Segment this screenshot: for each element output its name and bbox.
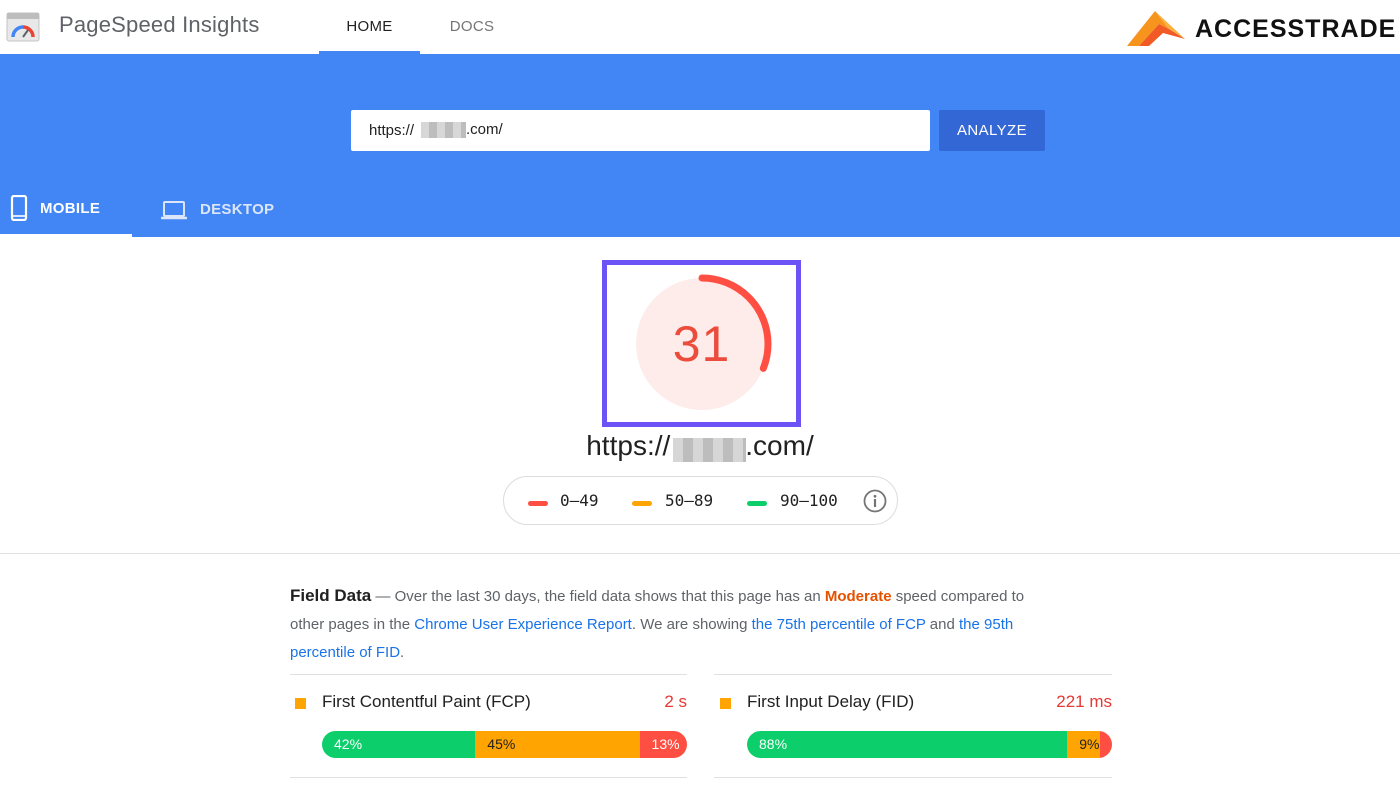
field-data-text-4: and	[925, 616, 960, 633]
performance-score: 31	[672, 316, 731, 372]
info-icon[interactable]	[863, 489, 887, 513]
tab-mobile-label: MOBILE	[40, 199, 101, 217]
fcp-metric-name: First Contentful Paint (FCP)	[322, 692, 531, 711]
search-band: .com/ ANALYZE MOBILE DESKTOP	[0, 54, 1400, 237]
analyzed-url-redacted	[673, 438, 746, 462]
nav-tab-docs[interactable]: DOCS	[428, 0, 516, 54]
section-divider	[0, 553, 1400, 554]
fcp-average-marker	[295, 698, 306, 709]
score-legend: 0–49 50–89 90–100	[503, 476, 898, 525]
nav-tab-home[interactable]: HOME	[319, 0, 420, 54]
analyze-button[interactable]: ANALYZE	[939, 110, 1045, 151]
url-redacted	[421, 122, 466, 138]
legend-pass-swatch	[747, 501, 767, 506]
field-data-summary: Field Data — Over the last 30 days, the …	[290, 582, 1050, 667]
fid-fast-segment: 88%	[747, 731, 1068, 758]
crux-report-link[interactable]: Chrome User Experience Report	[414, 616, 632, 633]
pagespeed-logo-icon[interactable]	[6, 12, 40, 42]
accesstrade-brand: ACCESSTRADE	[1125, 9, 1395, 49]
phone-icon	[10, 195, 28, 221]
analyzed-url-prefix: https://	[586, 430, 671, 461]
metric-rule-left-bottom	[290, 777, 687, 778]
tab-desktop-label: DESKTOP	[200, 201, 275, 218]
legend-fail-swatch	[528, 501, 548, 506]
brand-name: ACCESSTRADE	[1195, 15, 1397, 43]
fcp-slow-segment: 13%	[639, 731, 687, 758]
top-bar: PageSpeed Insights HOME DOCS ACCESSTRADE	[0, 0, 1400, 54]
legend-fail-label: 0–49	[560, 491, 599, 510]
fcp-percentile-link[interactable]: the 75th percentile of FCP	[752, 616, 926, 633]
app-title[interactable]: PageSpeed Insights	[59, 12, 260, 38]
fid-slow-segment: 3%	[1100, 731, 1112, 758]
fcp-distribution-bar: 42% 45% 13%	[322, 731, 687, 758]
fid-average-marker	[720, 698, 731, 709]
tab-mobile[interactable]: MOBILE	[0, 182, 132, 237]
legend-average-label: 50–89	[665, 491, 714, 510]
fid-average-segment: 9%	[1067, 731, 1100, 758]
tab-desktop[interactable]: DESKTOP	[160, 182, 300, 237]
field-data-text-3: . We are showing	[631, 616, 752, 633]
speed-rating: Moderate	[824, 588, 892, 605]
analyzed-url-suffix: .com/	[745, 430, 814, 461]
fcp-fast-segment: 42%	[322, 731, 476, 758]
fcp-metric-value: 2 s	[664, 692, 687, 711]
field-data-title: Field Data	[290, 586, 372, 605]
field-data-text-5: .	[400, 644, 405, 661]
legend-pass-label: 90–100	[780, 491, 838, 510]
metric-rule-left-top	[290, 674, 687, 675]
legend-average-swatch	[632, 501, 652, 506]
laptop-icon	[161, 200, 187, 219]
fid-metric-name: First Input Delay (FID)	[747, 692, 915, 711]
url-input-suffix: .com/	[466, 121, 503, 138]
accesstrade-logo-icon	[1127, 11, 1185, 46]
fid-distribution-bar: 88% 9% 3%	[747, 731, 1112, 758]
fid-metric-value: 221 ms	[1056, 692, 1112, 711]
score-highlight-frame: 31	[602, 260, 801, 427]
field-data-text-1: — Over the last 30 days, the field data …	[371, 588, 825, 605]
metric-rule-right-bottom	[714, 777, 1112, 778]
fcp-average-segment: 45%	[475, 731, 640, 758]
metric-rule-right-top	[714, 674, 1112, 675]
